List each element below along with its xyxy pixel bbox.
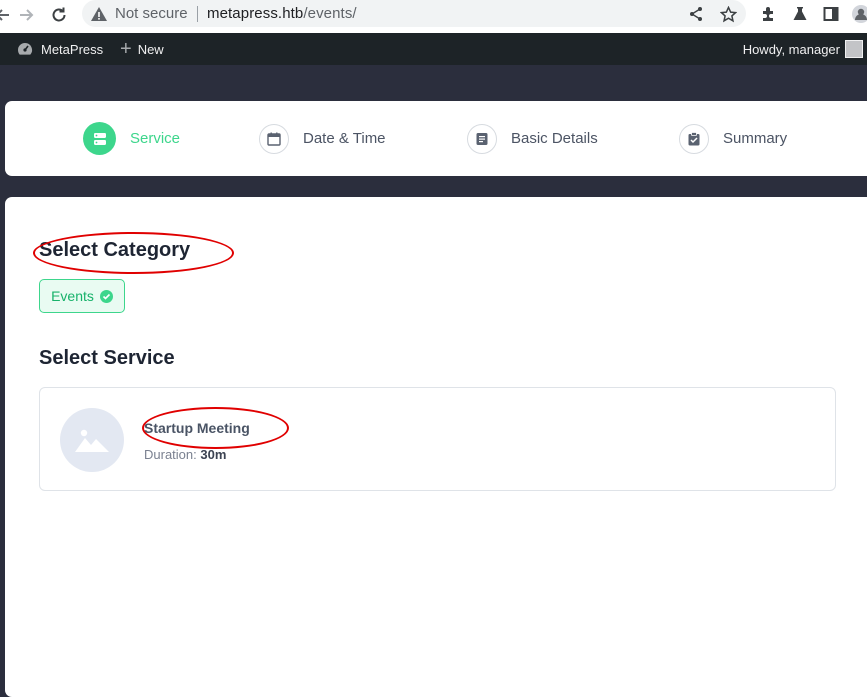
back-icon[interactable] bbox=[0, 3, 14, 27]
chip-label: Events bbox=[51, 288, 94, 304]
avatar[interactable] bbox=[845, 40, 863, 58]
url-text[interactable]: metapress.htb/events/ bbox=[207, 5, 357, 22]
select-service-heading: Select Service bbox=[39, 347, 175, 369]
step-summary[interactable]: Summary bbox=[679, 101, 787, 176]
flask-icon[interactable] bbox=[790, 4, 810, 24]
step-service[interactable]: Service bbox=[83, 101, 180, 176]
adminbar-account[interactable]: Howdy, manager bbox=[743, 33, 840, 65]
site-name: MetaPress bbox=[41, 41, 104, 57]
step-label: Summary bbox=[723, 130, 788, 147]
plus-icon: + bbox=[120, 38, 132, 60]
image-placeholder-icon bbox=[60, 408, 124, 472]
extensions-icon[interactable] bbox=[758, 4, 778, 24]
warning-icon[interactable] bbox=[90, 5, 108, 23]
step-date-time[interactable]: Date & Time bbox=[259, 101, 386, 176]
booking-form: Select Category Events Select Service St… bbox=[5, 197, 867, 697]
clipboard-check-icon bbox=[679, 123, 709, 154]
reload-icon[interactable] bbox=[47, 3, 71, 27]
document-icon bbox=[467, 123, 497, 154]
calendar-icon bbox=[259, 123, 289, 154]
security-label[interactable]: Not secure bbox=[115, 5, 188, 22]
bookmark-star-icon[interactable] bbox=[718, 4, 738, 24]
separator bbox=[197, 6, 198, 22]
step-label: Basic Details bbox=[511, 130, 598, 147]
url-host: metapress.htb bbox=[207, 5, 304, 22]
service-duration: Duration: 30m bbox=[144, 447, 226, 462]
service-card[interactable]: Startup Meeting Duration: 30m bbox=[39, 387, 836, 491]
step-label: Service bbox=[130, 130, 181, 147]
greeting: Howdy, manager bbox=[742, 41, 840, 57]
new-label: New bbox=[137, 41, 164, 57]
step-basic-details[interactable]: Basic Details bbox=[467, 101, 598, 176]
service-name: Startup Meeting bbox=[144, 420, 250, 436]
profile-icon[interactable] bbox=[851, 4, 867, 24]
booking-steps: Service Date & Time Basic Details Summar… bbox=[5, 101, 867, 176]
browser-toolbar: Not secure metapress.htb/events/ bbox=[0, 0, 867, 33]
address-bar[interactable]: Not secure metapress.htb/events/ bbox=[82, 0, 746, 27]
check-circle-icon bbox=[99, 289, 113, 303]
url-path: /events/ bbox=[303, 5, 357, 22]
server-icon bbox=[83, 122, 116, 155]
adminbar-new[interactable]: + New bbox=[120, 33, 164, 65]
duration-value: 30m bbox=[200, 447, 227, 462]
category-chip-events[interactable]: Events bbox=[39, 279, 125, 313]
duration-label: Duration: bbox=[144, 447, 197, 462]
adminbar-site[interactable]: MetaPress bbox=[17, 33, 103, 65]
dashboard-icon bbox=[17, 41, 33, 57]
share-icon[interactable] bbox=[686, 4, 706, 24]
forward-icon[interactable] bbox=[15, 3, 39, 27]
sidepanel-icon[interactable] bbox=[821, 4, 841, 24]
step-label: Date & Time bbox=[303, 130, 386, 147]
select-category-heading: Select Category bbox=[39, 239, 191, 261]
wp-admin-bar: MetaPress + New Howdy, manager bbox=[0, 33, 867, 65]
